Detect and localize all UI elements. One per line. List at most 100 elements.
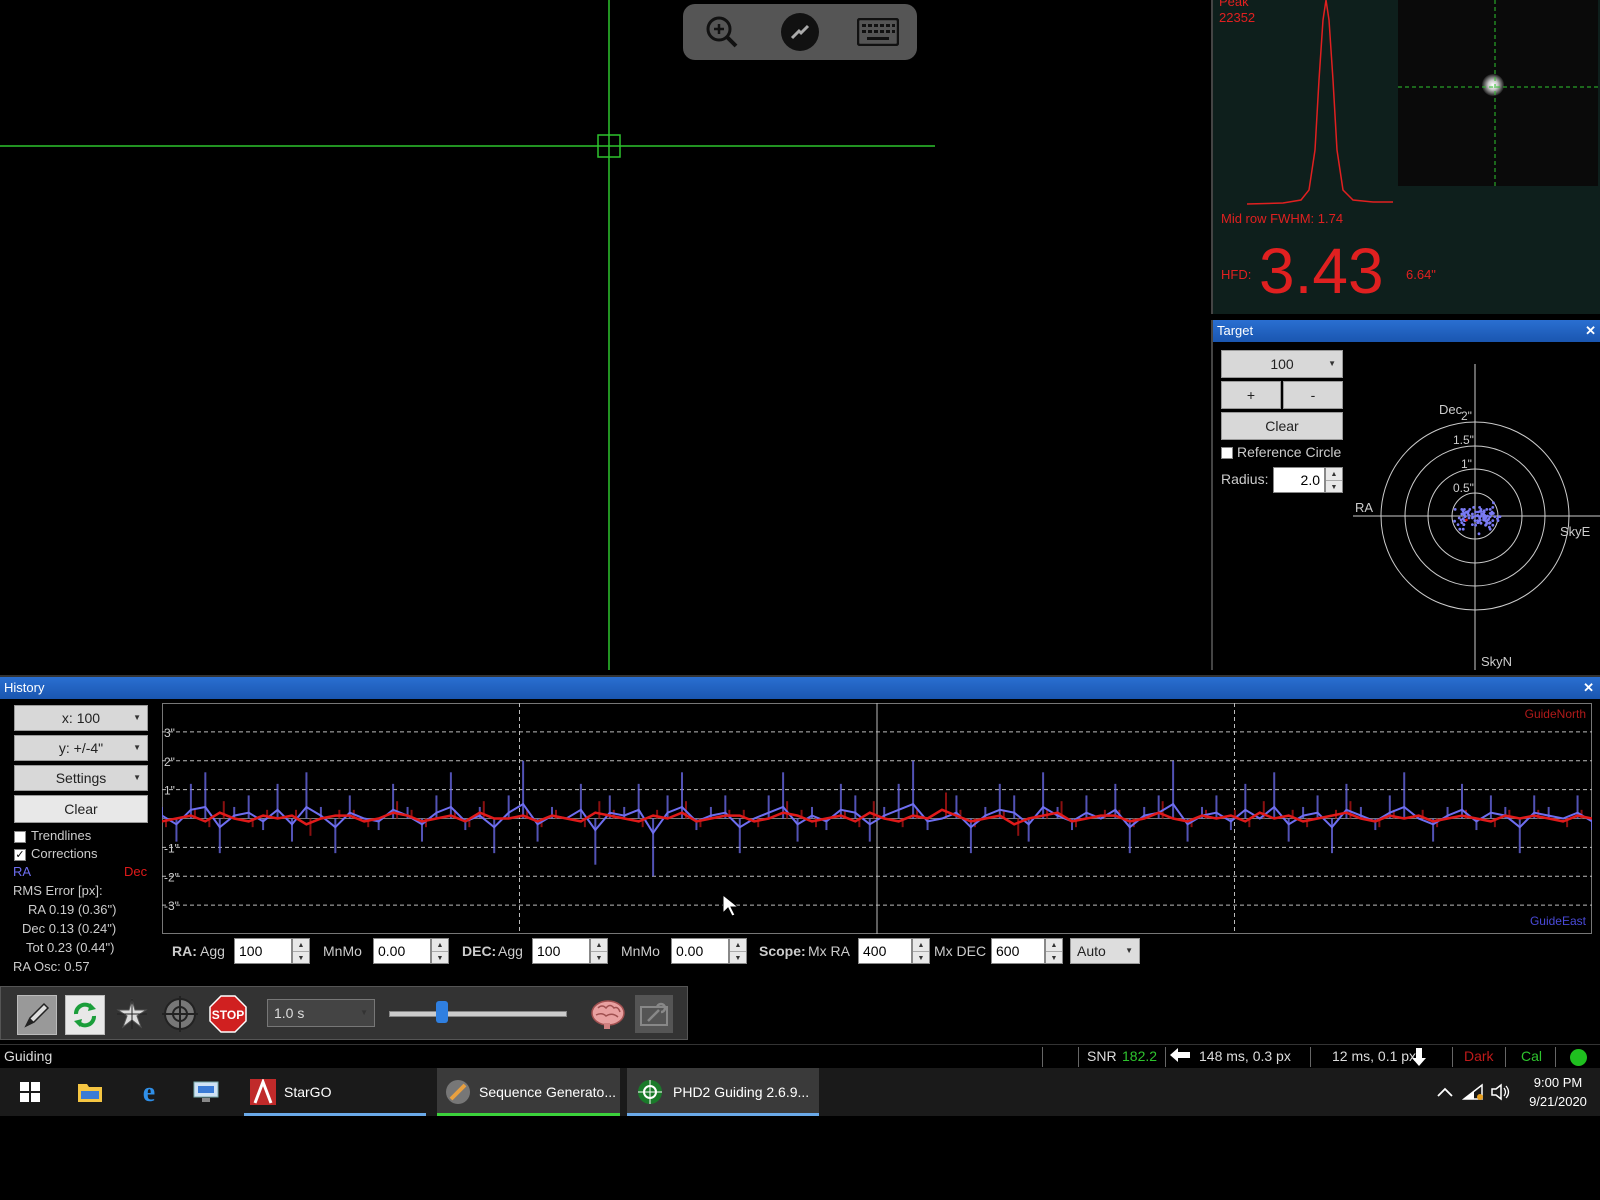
trendlines-checkbox[interactable] xyxy=(14,831,26,843)
target-point xyxy=(1457,516,1461,520)
scope-label: Scope: xyxy=(759,943,806,959)
mx-ra-label: Mx RA xyxy=(808,943,850,959)
target-point xyxy=(1471,523,1474,526)
camera-view[interactable] xyxy=(0,0,1208,670)
settings-dropdown[interactable]: Settings xyxy=(14,765,148,791)
main-toolbar: STOP 1.0 s xyxy=(0,986,688,1040)
ra-agg-label: Agg xyxy=(200,943,225,959)
zoom-minus-button[interactable]: - xyxy=(1283,381,1343,409)
dec-agg-label: Agg xyxy=(498,943,523,959)
windows-start-icon[interactable] xyxy=(14,1068,46,1116)
loop-pencil-icon[interactable] xyxy=(17,995,57,1035)
trendlines-label: Trendlines xyxy=(31,828,92,843)
dec-mnmo-stepper[interactable]: ▲ ▼ xyxy=(729,938,747,964)
target-point xyxy=(1496,517,1499,520)
target-point xyxy=(1488,527,1492,531)
taskbar: e StarGO Sequence Generato... PHD2 Guidi… xyxy=(0,1068,1600,1116)
connection-icon[interactable] xyxy=(776,10,824,54)
target-point xyxy=(1471,515,1475,518)
svg-text:STOP: STOP xyxy=(212,1008,244,1022)
clock-date: 9/21/2020 xyxy=(1529,1094,1587,1109)
corrections-checkbox[interactable]: ✓ xyxy=(14,849,26,861)
target-clear-button[interactable]: Clear xyxy=(1221,412,1343,440)
rms-title: RMS Error [px]: xyxy=(13,883,103,898)
remote-desktop-toolbar xyxy=(683,4,917,60)
dec-mnmo-input[interactable]: 0.00 xyxy=(671,938,729,964)
history-clear-button[interactable]: Clear xyxy=(14,795,148,823)
rms-tot: Tot 0.23 (0.44") xyxy=(26,940,115,955)
stop-icon[interactable]: STOP xyxy=(209,995,247,1033)
target-point xyxy=(1465,518,1468,522)
edge-browser-icon[interactable]: e xyxy=(133,1068,165,1116)
ra-agg-stepper[interactable]: ▲ ▼ xyxy=(292,938,310,964)
y-scale-dropdown[interactable]: y: +/-4" xyxy=(14,735,148,761)
gamma-slider-track[interactable] xyxy=(389,1011,567,1017)
clock[interactable]: 9:00 PM 9/21/2020 xyxy=(1520,1073,1596,1111)
radius-stepper[interactable]: ▲ ▼ xyxy=(1325,467,1343,493)
y-tick-label: -3" xyxy=(164,899,179,913)
history-graph[interactable]: 3" 2" 1" -1" -2" -3" GuideNorth GuideEast xyxy=(162,703,1592,934)
taskbar-app-phd2[interactable]: PHD2 Guiding 2.6.9... xyxy=(627,1068,819,1116)
brain-icon[interactable] xyxy=(589,995,627,1033)
dec-mnmo-label: MnMo xyxy=(621,943,660,959)
radius-input[interactable]: 2.0 xyxy=(1273,467,1325,493)
ra-osc: RA Osc: 0.57 xyxy=(13,959,90,974)
zoom-plus-button[interactable]: + xyxy=(1221,381,1281,409)
loop-icon[interactable] xyxy=(65,995,105,1035)
fwhm-label: Mid row FWHM: 1.74 xyxy=(1221,211,1344,226)
x-scale-dropdown[interactable]: x: 100 xyxy=(14,705,148,731)
history-title: History xyxy=(4,680,45,695)
target-point xyxy=(1467,516,1471,520)
zoom-in-icon[interactable] xyxy=(698,10,746,54)
remote-desktop-icon[interactable] xyxy=(190,1068,222,1116)
dec-agg-input[interactable]: 100 xyxy=(532,938,590,964)
target-point xyxy=(1460,521,1464,524)
ring-label: 1" xyxy=(1461,457,1472,471)
guide-target-icon[interactable] xyxy=(161,995,199,1033)
mx-dec-stepper[interactable]: ▲ ▼ xyxy=(1045,938,1063,964)
file-explorer-icon[interactable] xyxy=(74,1068,106,1116)
target-point xyxy=(1491,506,1495,509)
ra-mnmo-stepper[interactable]: ▲ ▼ xyxy=(431,938,449,964)
mode-dropdown[interactable]: Auto xyxy=(1070,938,1140,964)
target-plot: Dec RA SkyE SkyN 2" 1.5" 1" 0.5" xyxy=(1353,364,1600,670)
taskbar-app-sequence-generator[interactable]: Sequence Generato... xyxy=(437,1068,620,1116)
y-tick-label: 3" xyxy=(164,726,175,740)
mx-ra-input[interactable]: 400 xyxy=(858,938,912,964)
star-profile-curve xyxy=(1246,0,1393,205)
keyboard-icon[interactable] xyxy=(854,10,902,54)
gamma-slider-thumb[interactable] xyxy=(436,1001,448,1023)
exposure-dropdown[interactable]: 1.0 s xyxy=(267,999,375,1027)
target-point xyxy=(1492,501,1495,505)
auto-select-star-icon[interactable] xyxy=(113,995,151,1033)
volume-icon[interactable] xyxy=(1490,1068,1512,1116)
tools-icon[interactable] xyxy=(635,995,673,1033)
rms-dec: Dec 0.13 (0.24") xyxy=(22,921,117,936)
ra-agg-input[interactable]: 100 xyxy=(234,938,292,964)
dec-agg-stepper[interactable]: ▲ ▼ xyxy=(590,938,608,964)
target-point xyxy=(1472,506,1475,509)
axis-dec: Dec xyxy=(1439,402,1463,417)
ring-label: 0.5" xyxy=(1453,481,1474,495)
target-scale-dropdown[interactable]: 100 xyxy=(1221,350,1343,378)
network-icon[interactable] xyxy=(1462,1068,1484,1116)
mx-ra-stepper[interactable]: ▲ ▼ xyxy=(912,938,930,964)
target-point xyxy=(1484,515,1488,518)
snr-value: 182.2 xyxy=(1122,1048,1158,1064)
ra-mnmo-input[interactable]: 0.00 xyxy=(373,938,431,964)
target-point xyxy=(1466,512,1470,515)
close-icon[interactable]: ✕ xyxy=(1583,677,1594,699)
ring-label: 2" xyxy=(1461,409,1472,423)
legend-ra: RA xyxy=(13,864,32,879)
connection-status-icon xyxy=(1570,1049,1587,1066)
dec-label: DEC: xyxy=(462,943,497,959)
star-profile-panel: Peak 22352 Mid row FWHM: 1.74 HFD: 3.43 … xyxy=(1211,0,1600,314)
dark-indicator: Dark xyxy=(1464,1048,1494,1064)
close-icon[interactable]: ✕ xyxy=(1585,320,1596,342)
chevron-up-icon[interactable] xyxy=(1434,1068,1456,1116)
target-title: Target xyxy=(1217,323,1254,338)
mx-dec-input[interactable]: 600 xyxy=(991,938,1045,964)
app-label: Sequence Generato... xyxy=(479,1084,616,1100)
taskbar-app-stargo[interactable]: StarGO xyxy=(244,1068,426,1116)
reference-circle-checkbox[interactable] xyxy=(1221,447,1233,459)
